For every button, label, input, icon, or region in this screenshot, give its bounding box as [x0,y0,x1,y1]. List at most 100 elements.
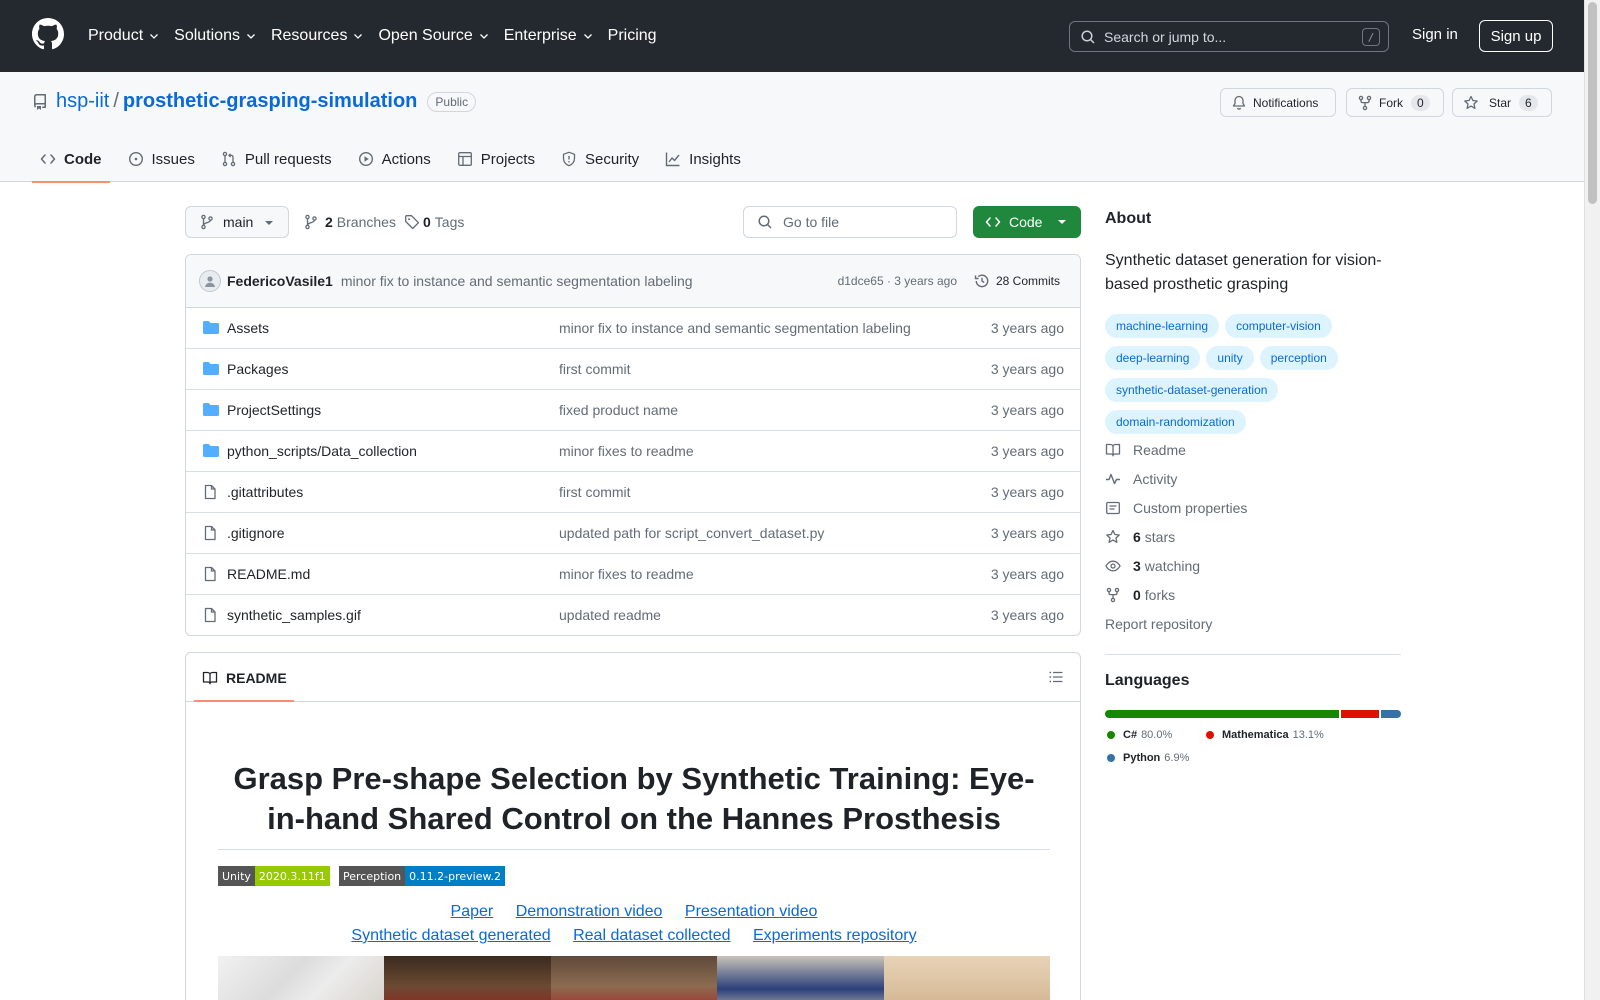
readme-tab[interactable]: README [202,653,295,702]
readme-title: Grasp Pre-shape Selection by Synthetic T… [233,761,1035,836]
tab-projects[interactable]: Projects [449,136,543,182]
file-row[interactable]: Assets minor fix to instance and semantic… [186,308,1080,349]
avatar[interactable] [199,270,221,292]
paper-link[interactable]: Paper [451,903,494,920]
language-item-mathematica[interactable]: Mathematica 13.1% [1206,729,1324,741]
github-logo-icon[interactable] [32,18,64,50]
sign-in-link[interactable]: Sign in [1412,26,1458,43]
file-row[interactable]: README.md minor fixes to readme 3 years ag… [186,554,1080,595]
custom-properties-link[interactable]: Custom properties [1105,500,1247,516]
file-row[interactable]: Packages first commit 3 years ago [186,349,1080,390]
repo-name-link[interactable]: prosthetic-grasping-simulation [123,90,417,113]
scrollbar-thumb[interactable] [1588,2,1597,204]
presentation-video-link[interactable]: Presentation video [685,903,818,920]
topic-tag[interactable]: machine-learning [1105,314,1220,338]
code-download-button[interactable]: Code [973,206,1081,238]
tab-code[interactable]: Code [32,136,110,183]
activity-link[interactable]: Activity [1105,471,1177,487]
file-name-link[interactable]: ProjectSettings [227,402,321,418]
commit-author-link[interactable]: FedericoVasile1 [227,273,333,289]
watchers-link[interactable]: 3 watching [1105,558,1200,574]
tab-pull-requests[interactable]: Pull requests [213,136,340,182]
nav-solutions[interactable]: Solutions [174,27,257,45]
topic-tag[interactable]: synthetic-dataset-generation [1105,378,1279,402]
file-commit-message-link[interactable]: minor fixes to readme [559,443,694,459]
file-name-link[interactable]: Packages [227,361,288,377]
topic-tag[interactable]: domain-randomization [1105,410,1246,434]
synthetic-dataset-link[interactable]: Synthetic dataset generated [351,927,550,944]
real-dataset-link[interactable]: Real dataset collected [573,927,730,944]
tab-issues[interactable]: Issues [120,136,203,182]
report-repository-link[interactable]: Report repository [1105,616,1212,632]
repo-owner-link[interactable]: hsp-iit [56,90,109,113]
readme-link[interactable]: Readme [1105,442,1186,458]
forks-link[interactable]: 0 forks [1105,587,1175,603]
graph-icon [665,151,681,167]
file-commit-message-link[interactable]: first commit [559,484,631,500]
file-commit-message-link[interactable]: minor fixes to readme [559,566,694,582]
commits-history-link[interactable]: 28 Commits [974,273,1060,289]
topic-tag[interactable]: perception [1259,346,1338,370]
pull-request-icon [221,151,237,167]
demonstration-video-link[interactable]: Demonstration video [516,903,663,920]
tab-actions[interactable]: Actions [350,136,439,182]
language-item-csharp[interactable]: C# 80.0% [1107,729,1172,741]
file-name-link[interactable]: Assets [227,320,269,336]
file-icon [202,525,218,541]
badge-value: 0.11.2-preview.2 [405,866,505,886]
branches-count: 2 [325,214,333,230]
branch-selector[interactable]: main [185,206,289,238]
nav-resources[interactable]: Resources [271,27,364,45]
file-commit-message-link[interactable]: fixed product name [559,402,678,418]
experiments-repository-link[interactable]: Experiments repository [753,927,917,944]
file-commit-message-link[interactable]: minor fix to instance and semantic segme… [559,320,911,336]
star-button[interactable]: Star 6 [1452,88,1552,117]
branches-link[interactable]: 2 Branches [303,214,396,230]
sign-up-button[interactable]: Sign up [1479,20,1553,52]
list-outline-icon[interactable] [1048,669,1064,685]
file-name-link[interactable]: python_scripts/Data_collection [227,443,417,459]
go-to-file-input[interactable]: Go to file [743,206,957,238]
star-label: Star [1489,95,1512,110]
page-scrollbar[interactable] [1584,0,1600,1000]
file-commit-message-link[interactable]: updated path for script_convert_dataset.… [559,525,824,541]
file-name-link[interactable]: .gitattributes [227,484,303,500]
notifications-button[interactable]: Notifications [1220,88,1336,117]
nav-product[interactable]: Product [88,27,160,45]
file-row[interactable]: ProjectSettings fixed product name 3 years… [186,390,1080,431]
repo-tabs: Code Issues Pull requests Actions Projec… [32,136,759,183]
file-age: 3 years ago [990,525,1064,541]
nav-open-source[interactable]: Open Source [378,27,489,45]
unity-version-badge[interactable]: Unity 2020.3.11f1 [218,866,330,886]
file-age: 3 years ago [990,566,1064,582]
branch-name: main [223,214,254,230]
global-search-input[interactable]: Search or jump to... / [1069,21,1389,52]
file-name-link[interactable]: README.md [227,566,310,582]
perception-version-badge[interactable]: Perception 0.11.2-preview.2 [339,866,505,886]
custom-properties-label: Custom properties [1133,500,1248,516]
fork-button[interactable]: Fork 0 [1346,88,1444,117]
file-row[interactable]: .gitignore updated path for script_conver… [186,513,1080,554]
stars-link[interactable]: 6 stars [1105,529,1175,545]
tab-insights[interactable]: Insights [657,136,749,182]
file-row[interactable]: python_scripts/Data_collection minor fixe… [186,431,1080,472]
fork-count: 0 [1411,94,1430,111]
nav-pricing[interactable]: Pricing [608,27,657,45]
language-item-python[interactable]: Python 6.9% [1107,752,1189,764]
repo-title: hsp-iit / prosthetic-grasping-simulation… [32,90,477,113]
tags-link[interactable]: 0 Tags [404,214,464,230]
file-row[interactable]: .gitattributes first commit 3 years ago [186,472,1080,513]
nav-enterprise[interactable]: Enterprise [504,27,594,45]
topic-tag[interactable]: unity [1206,346,1254,370]
topic-tag[interactable]: deep-learning [1105,346,1201,370]
commit-hash-age[interactable]: d1dce65 · 3 years ago [838,274,957,288]
file-name-link[interactable]: synthetic_samples.gif [227,607,361,623]
file-commit-message-link[interactable]: updated readme [559,607,661,623]
bell-icon [1231,95,1247,111]
file-name-link[interactable]: .gitignore [227,525,285,541]
tab-security[interactable]: Security [553,136,647,182]
topic-tag[interactable]: computer-vision [1225,314,1332,338]
file-commit-message-link[interactable]: first commit [559,361,631,377]
commit-message-link[interactable]: minor fix to instance and semantic segme… [341,273,693,289]
file-row[interactable]: synthetic_samples.gif updated readme 3 yea… [186,595,1080,635]
